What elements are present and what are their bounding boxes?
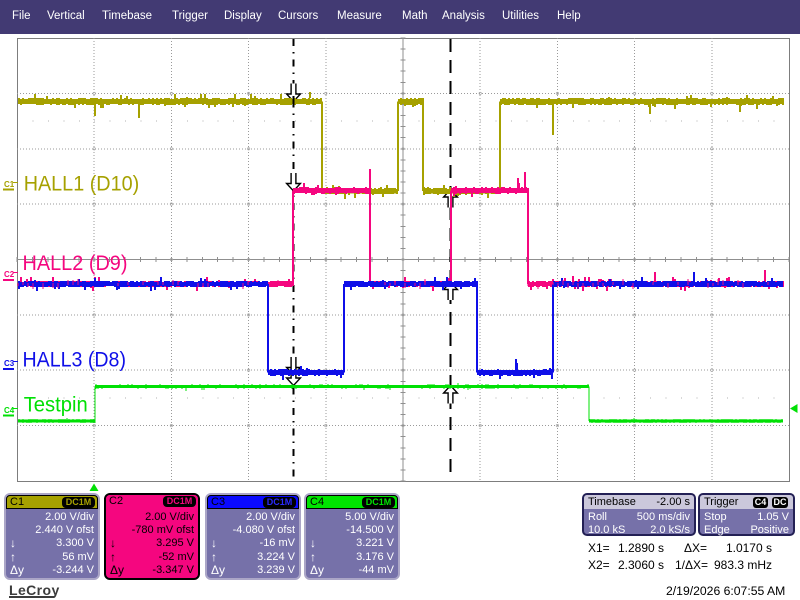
svg-text:C1: C1 (4, 180, 15, 189)
svg-text:HALL2 (D9): HALL2 (D9) (23, 252, 128, 275)
svg-text:C2: C2 (4, 270, 15, 279)
svg-text:HALL1 (D10): HALL1 (D10) (24, 173, 140, 196)
svg-text:Testpin: Testpin (24, 394, 88, 417)
svg-text:C4: C4 (4, 406, 15, 415)
svg-text:C3: C3 (4, 359, 15, 368)
svg-text:HALL3 (D8): HALL3 (D8) (23, 349, 127, 372)
